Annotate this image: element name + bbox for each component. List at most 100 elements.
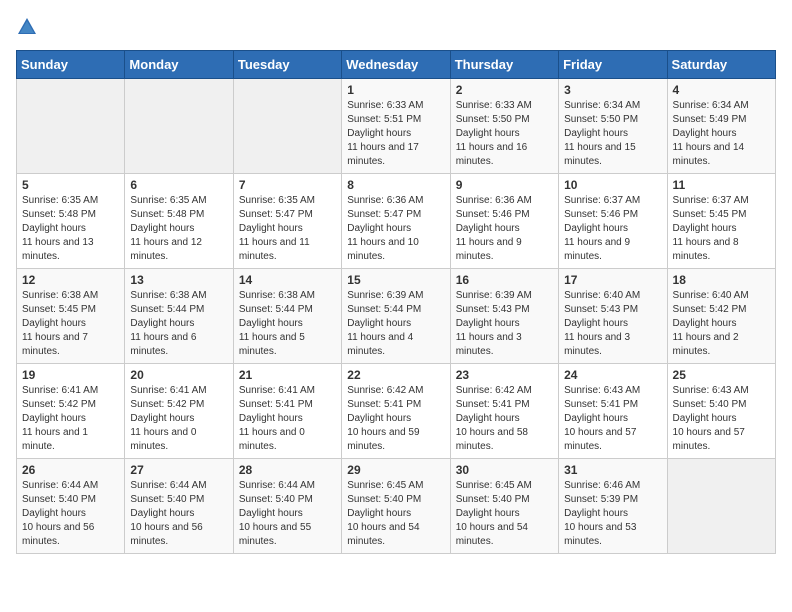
day-info: Sunrise: 6:43 AMSunset: 5:40 PMDaylight … [673, 384, 770, 454]
logo [16, 16, 42, 38]
day-info: Sunrise: 6:39 AMSunset: 5:43 PMDaylight … [456, 289, 553, 359]
day-info: Sunrise: 6:44 AMSunset: 5:40 PMDaylight … [130, 479, 227, 549]
day-number: 27 [130, 463, 227, 477]
day-info: Sunrise: 6:36 AMSunset: 5:46 PMDaylight … [456, 194, 553, 264]
day-number: 25 [673, 368, 770, 382]
day-number: 26 [22, 463, 119, 477]
day-number: 17 [564, 273, 661, 287]
day-info: Sunrise: 6:38 AMSunset: 5:45 PMDaylight … [22, 289, 119, 359]
calendar-cell: 11 Sunrise: 6:37 AMSunset: 5:45 PMDayligh… [667, 174, 775, 269]
calendar-cell: 21 Sunrise: 6:41 AMSunset: 5:41 PMDayligh… [233, 364, 341, 459]
day-info: Sunrise: 6:41 AMSunset: 5:41 PMDaylight … [239, 384, 336, 454]
day-info: Sunrise: 6:34 AMSunset: 5:49 PMDaylight … [673, 99, 770, 169]
calendar-cell: 19 Sunrise: 6:41 AMSunset: 5:42 PMDayligh… [17, 364, 125, 459]
calendar-cell [125, 79, 233, 174]
day-number: 4 [673, 83, 770, 97]
weekday-header-monday: Monday [125, 51, 233, 79]
day-number: 12 [22, 273, 119, 287]
day-number: 29 [347, 463, 444, 477]
day-number: 28 [239, 463, 336, 477]
day-info: Sunrise: 6:42 AMSunset: 5:41 PMDaylight … [347, 384, 444, 454]
day-number: 5 [22, 178, 119, 192]
day-info: Sunrise: 6:35 AMSunset: 5:48 PMDaylight … [130, 194, 227, 264]
day-info: Sunrise: 6:45 AMSunset: 5:40 PMDaylight … [347, 479, 444, 549]
day-number: 13 [130, 273, 227, 287]
calendar-cell: 20Sunrise: 6:41 AMSunset: 5:42 PMDayligh… [125, 364, 233, 459]
calendar-week-row: 1Sunrise: 6:33 AMSunset: 5:51 PMDaylight… [17, 79, 776, 174]
calendar-cell: 18 Sunrise: 6:40 AMSunset: 5:42 PMDayligh… [667, 269, 775, 364]
calendar-cell: 6 Sunrise: 6:35 AMSunset: 5:48 PMDaylight… [125, 174, 233, 269]
calendar-cell: 4 Sunrise: 6:34 AMSunset: 5:49 PMDaylight… [667, 79, 775, 174]
day-info: Sunrise: 6:35 AMSunset: 5:47 PMDaylight … [239, 194, 336, 264]
weekday-header-sunday: Sunday [17, 51, 125, 79]
weekday-header-thursday: Thursday [450, 51, 558, 79]
day-number: 7 [239, 178, 336, 192]
day-number: 30 [456, 463, 553, 477]
calendar-week-row: 26 Sunrise: 6:44 AMSunset: 5:40 PMDayligh… [17, 459, 776, 554]
calendar-cell: 10 Sunrise: 6:37 AMSunset: 5:46 PMDayligh… [559, 174, 667, 269]
day-number: 16 [456, 273, 553, 287]
calendar-cell: 24Sunrise: 6:43 AMSunset: 5:41 PMDayligh… [559, 364, 667, 459]
calendar-cell: 27 Sunrise: 6:44 AMSunset: 5:40 PMDayligh… [125, 459, 233, 554]
day-number: 2 [456, 83, 553, 97]
day-info: Sunrise: 6:41 AMSunset: 5:42 PMDaylight … [130, 384, 227, 454]
calendar-cell: 26 Sunrise: 6:44 AMSunset: 5:40 PMDayligh… [17, 459, 125, 554]
day-number: 9 [456, 178, 553, 192]
calendar-cell: 13 Sunrise: 6:38 AMSunset: 5:44 PMDayligh… [125, 269, 233, 364]
calendar-body: 1Sunrise: 6:33 AMSunset: 5:51 PMDaylight… [17, 79, 776, 554]
calendar-cell: 23 Sunrise: 6:42 AMSunset: 5:41 PMDayligh… [450, 364, 558, 459]
calendar-cell: 3 Sunrise: 6:34 AMSunset: 5:50 PMDaylight… [559, 79, 667, 174]
calendar-table: SundayMondayTuesdayWednesdayThursdayFrid… [16, 50, 776, 554]
day-info: Sunrise: 6:35 AMSunset: 5:48 PMDaylight … [22, 194, 119, 264]
calendar-cell [667, 459, 775, 554]
day-info: Sunrise: 6:41 AMSunset: 5:42 PMDaylight … [22, 384, 119, 454]
calendar-cell: 28 Sunrise: 6:44 AMSunset: 5:40 PMDayligh… [233, 459, 341, 554]
day-number: 10 [564, 178, 661, 192]
day-number: 15 [347, 273, 444, 287]
weekday-header-friday: Friday [559, 51, 667, 79]
logo-icon [16, 16, 38, 38]
day-number: 19 [22, 368, 119, 382]
day-number: 11 [673, 178, 770, 192]
day-info: Sunrise: 6:38 AMSunset: 5:44 PMDaylight … [130, 289, 227, 359]
calendar-cell: 8 Sunrise: 6:36 AMSunset: 5:47 PMDaylight… [342, 174, 450, 269]
day-info: Sunrise: 6:43 AMSunset: 5:41 PMDaylight … [564, 384, 661, 454]
calendar-cell [17, 79, 125, 174]
weekday-header-wednesday: Wednesday [342, 51, 450, 79]
day-number: 3 [564, 83, 661, 97]
day-info: Sunrise: 6:37 AMSunset: 5:46 PMDaylight … [564, 194, 661, 264]
day-info: Sunrise: 6:39 AMSunset: 5:44 PMDaylight … [347, 289, 444, 359]
day-number: 21 [239, 368, 336, 382]
weekday-header-saturday: Saturday [667, 51, 775, 79]
day-number: 23 [456, 368, 553, 382]
day-number: 6 [130, 178, 227, 192]
calendar-week-row: 5 Sunrise: 6:35 AMSunset: 5:48 PMDaylight… [17, 174, 776, 269]
day-info: Sunrise: 6:44 AMSunset: 5:40 PMDaylight … [239, 479, 336, 549]
calendar-cell: 9 Sunrise: 6:36 AMSunset: 5:46 PMDaylight… [450, 174, 558, 269]
day-info: Sunrise: 6:42 AMSunset: 5:41 PMDaylight … [456, 384, 553, 454]
day-info: Sunrise: 6:44 AMSunset: 5:40 PMDaylight … [22, 479, 119, 549]
day-number: 14 [239, 273, 336, 287]
calendar-cell: 2Sunrise: 6:33 AMSunset: 5:50 PMDaylight… [450, 79, 558, 174]
day-number: 31 [564, 463, 661, 477]
calendar-cell: 30Sunrise: 6:45 AMSunset: 5:40 PMDayligh… [450, 459, 558, 554]
calendar-cell: 1Sunrise: 6:33 AMSunset: 5:51 PMDaylight… [342, 79, 450, 174]
calendar-header: SundayMondayTuesdayWednesdayThursdayFrid… [17, 51, 776, 79]
day-number: 1 [347, 83, 444, 97]
day-info: Sunrise: 6:34 AMSunset: 5:50 PMDaylight … [564, 99, 661, 169]
day-number: 8 [347, 178, 444, 192]
day-info: Sunrise: 6:37 AMSunset: 5:45 PMDaylight … [673, 194, 770, 264]
day-info: Sunrise: 6:40 AMSunset: 5:43 PMDaylight … [564, 289, 661, 359]
calendar-cell: 16 Sunrise: 6:39 AMSunset: 5:43 PMDayligh… [450, 269, 558, 364]
calendar-cell: 5 Sunrise: 6:35 AMSunset: 5:48 PMDaylight… [17, 174, 125, 269]
day-info: Sunrise: 6:40 AMSunset: 5:42 PMDaylight … [673, 289, 770, 359]
day-info: Sunrise: 6:38 AMSunset: 5:44 PMDaylight … [239, 289, 336, 359]
calendar-cell: 22Sunrise: 6:42 AMSunset: 5:41 PMDayligh… [342, 364, 450, 459]
calendar-cell: 12 Sunrise: 6:38 AMSunset: 5:45 PMDayligh… [17, 269, 125, 364]
calendar-cell: 15 Sunrise: 6:39 AMSunset: 5:44 PMDayligh… [342, 269, 450, 364]
day-number: 18 [673, 273, 770, 287]
calendar-week-row: 19 Sunrise: 6:41 AMSunset: 5:42 PMDayligh… [17, 364, 776, 459]
calendar-week-row: 12 Sunrise: 6:38 AMSunset: 5:45 PMDayligh… [17, 269, 776, 364]
day-info: Sunrise: 6:36 AMSunset: 5:47 PMDaylight … [347, 194, 444, 264]
calendar-cell [233, 79, 341, 174]
